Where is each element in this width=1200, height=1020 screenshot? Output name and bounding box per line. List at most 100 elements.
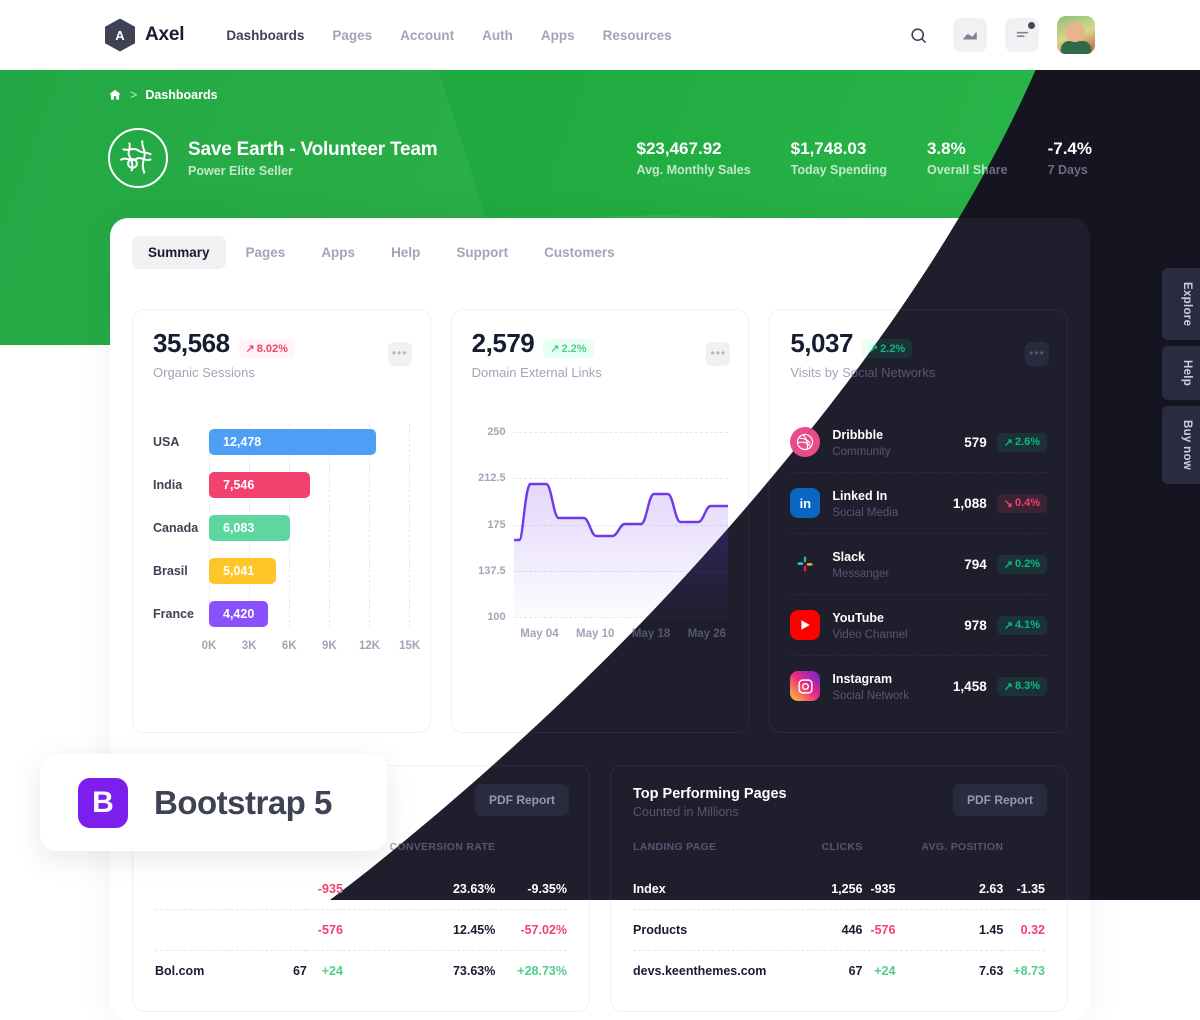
search-icon[interactable] [901,18,935,52]
linkedin-icon: in [790,488,820,518]
list-item-text: Instagram Social Network [832,670,909,702]
nav-link-account[interactable]: Account [400,28,454,43]
list-item[interactable]: in Linked In Social Media 1,088 ↘ 0.4% [790,473,1047,534]
stat-value: $1,748.03 [790,139,867,158]
delta-value: 2.2% [880,342,906,355]
social-value: 794 [964,556,987,572]
delta-value: 0.2% [1014,558,1041,570]
bar-track: 12,478 [209,429,410,455]
nav-link-resources[interactable]: Resources [603,28,672,43]
list-item-text: Slack Messanger [832,548,889,580]
delta-value: 8.3% [1014,680,1041,692]
x-tick: 9K [322,640,337,652]
cell-clicks: 67 [808,950,863,991]
list-item[interactable]: Instagram Social Network 1,458 ↗ 8.3% [790,656,1047,716]
card-menu-button[interactable]: ••• [706,342,731,366]
organization-logo-icon [108,128,168,188]
x-tick: May 10 [576,628,615,640]
tab-summary[interactable]: Summary [132,236,226,269]
nav-links: Dashboards Pages Account Auth Apps Resou… [226,28,671,43]
list-item[interactable]: Dribbble Community 579 ↗ 2.6% [790,412,1047,473]
card-header: 35,568 ↗8.02% [153,328,410,359]
y-tick: 250 [487,426,506,438]
metric-value: 5,037 [790,328,853,358]
social-name: Dribbble [832,428,884,442]
table-row[interactable]: devs.keenthemes.com 67 +24 7.63 +8.73 [633,950,1045,991]
bar-row: India 7,546 [153,467,410,503]
rail-button-buy-now[interactable]: Buy now [1162,406,1200,485]
x-tick: May 26 [687,628,727,640]
rail-button-help[interactable]: Help [1162,346,1200,401]
chart-icon[interactable] [953,18,987,52]
social-delta-badge: ↗0.2% [997,555,1047,574]
social-name: YouTube [832,611,884,625]
bar-track: 4,420 [209,601,410,627]
tab-help[interactable]: Help [375,236,436,269]
social-value: 978 [964,617,987,633]
metric-delta-badge: ↗8.02% [238,339,295,358]
arrow-up-icon: ↗ [1003,680,1013,693]
card-menu-button[interactable]: ••• [387,342,412,366]
tab-customers[interactable]: Customers [528,236,631,269]
cell-source: Bol.com [155,950,227,991]
tab-pages[interactable]: Pages [230,236,302,269]
bootstrap-badge-label: Bootstrap 5 [154,783,332,821]
list-item-text: Dribbble Community [832,426,890,458]
notifications-icon[interactable] [1005,18,1039,52]
tab-support[interactable]: Support [440,236,524,269]
x-tick: May 18 [631,628,671,640]
pdf-report-button[interactable]: PDF Report [953,784,1047,816]
metric-subtitle: Organic Sessions [153,365,255,380]
table-row[interactable]: Bol.com 67 +24 73.63% +28.73% [155,950,567,991]
nav-link-apps[interactable]: Apps [541,28,575,43]
cell-sessions: 67 [226,950,307,991]
arrow-up-icon: ↗ [1003,619,1013,632]
bar-track: 7,546 [209,472,410,498]
col-position-delta [1003,841,1045,869]
col-avg-position: AVG. POSITION [921,841,1004,853]
cell-position-delta: +8.73 [1003,950,1045,991]
social-networks-list-dark: Dribbble Community 579 ↗ 2.6% in Linked In… [790,412,1047,716]
x-tick: May 04 [520,628,559,640]
breadcrumb-current[interactable]: Dashboards [145,88,217,102]
social-category: Messanger [832,568,890,580]
nav-link-dashboards[interactable]: Dashboards [226,28,304,43]
bootstrap-badge-card[interactable]: B Bootstrap 5 [40,754,387,851]
arrow-up-icon: ↗ [1003,436,1013,449]
social-delta-badge: ↗8.3% [997,677,1047,696]
cell-sessions-delta: +24 [306,950,343,991]
metric-delta-badge: ↗2.2% [543,339,594,358]
top-navbar: A Axel Dashboards Pages Account Auth App… [0,0,1200,70]
brand[interactable]: A Axel [105,18,185,52]
stat-value: $23,467.92 [636,139,722,158]
table-row[interactable]: -576 12.45% -57.02% [155,909,567,951]
tab-apps[interactable]: Apps [305,236,371,269]
arrow-up-icon: ↗ [245,343,255,355]
cell-rate-delta: -57.02% [495,909,567,951]
bar-fill: 7,546 [209,472,310,498]
rail-button-explore[interactable]: Explore [1162,268,1200,341]
navbar-actions [901,16,1095,54]
cell-rate-delta: +28.73% [495,950,567,991]
list-item[interactable]: YouTube Video Channel 978 ↗ 4.1% [790,595,1047,656]
cell-position-delta: 0.32 [1003,909,1045,951]
social-value: 1,458 [952,678,987,694]
cell-sessions-delta: -576 [306,909,343,951]
social-name: Linked In [832,489,888,503]
table-row[interactable]: Products 446 -576 1.45 0.32 [633,909,1045,951]
bar-label: USA [153,435,180,449]
nav-link-pages[interactable]: Pages [332,28,372,43]
social-name: Instagram [832,672,893,686]
list-item[interactable]: Slack Messanger 794 ↗ 0.2% [790,534,1047,595]
cell-sessions [226,869,307,910]
stat-today-spending: $1,748.03 Today Spending [791,139,887,177]
col-landing-page: LANDING PAGE [633,841,717,853]
nav-link-auth[interactable]: Auth [482,28,513,43]
pdf-report-button[interactable]: PDF Report [475,784,569,816]
social-value: 1,088 [952,495,987,511]
hero-row: Save Earth - Volunteer Team Power Elite … [108,128,1092,188]
x-tick: 3K [241,640,257,652]
card-menu-button[interactable]: ••• [1025,342,1049,366]
home-icon[interactable] [108,88,122,102]
avatar[interactable] [1057,16,1095,54]
